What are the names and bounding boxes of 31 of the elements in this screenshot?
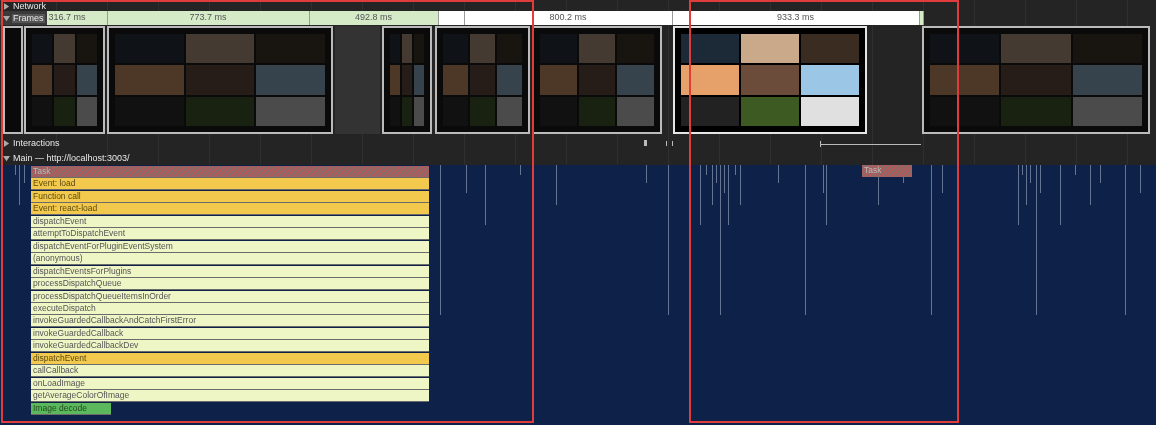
track-title[interactable]: Frames — [12, 13, 45, 23]
flame-entry[interactable]: (anonymous) — [31, 253, 429, 266]
flame-entry[interactable]: Event: react-load — [31, 203, 429, 216]
frame-screenshot[interactable] — [922, 26, 1150, 134]
flame-entry[interactable]: Event: load — [31, 178, 429, 191]
track-title[interactable]: Network — [13, 2, 46, 11]
flame-entry[interactable]: callCallback — [31, 365, 429, 378]
flame-entry[interactable]: invokeGuardedCallbackDev — [31, 340, 429, 353]
frame-screenshot[interactable] — [107, 26, 333, 134]
frame-segment[interactable]: 933.3 ms — [672, 11, 920, 25]
expand-arrow-icon[interactable] — [3, 14, 10, 22]
flame-entry[interactable]: attemptToDispatchEvent — [31, 228, 429, 241]
frame-screenshot[interactable] — [435, 26, 530, 134]
flame-entry[interactable]: getAverageColorOfImage — [31, 390, 429, 403]
collapse-arrow-icon[interactable] — [3, 140, 10, 147]
track-title[interactable]: Main — http://localhost:3003/ — [13, 154, 130, 163]
frame-segment[interactable]: 316.7 ms — [46, 11, 108, 25]
frame-segment[interactable] — [438, 11, 465, 25]
interaction-mark-icon — [644, 140, 647, 146]
flame-entry[interactable]: processDispatchQueue — [31, 278, 429, 291]
frame-segment[interactable]: 800.2 ms — [464, 11, 673, 25]
track-title[interactable]: Interactions — [13, 139, 60, 148]
frame-screenshot[interactable] — [24, 26, 105, 134]
frame-segment[interactable]: 773.7 ms — [107, 11, 310, 25]
collapse-arrow-icon[interactable] — [3, 3, 10, 10]
frame-segment[interactable]: 492.8 ms — [309, 11, 439, 25]
frame-screenshot[interactable] — [382, 26, 432, 134]
flame-entry[interactable]: invokeGuardedCallbackAndCatchFirstError — [31, 315, 429, 328]
frame-screenshot[interactable] — [532, 26, 662, 134]
expand-arrow-icon[interactable] — [3, 155, 10, 162]
frame-screenshot[interactable] — [3, 26, 23, 134]
